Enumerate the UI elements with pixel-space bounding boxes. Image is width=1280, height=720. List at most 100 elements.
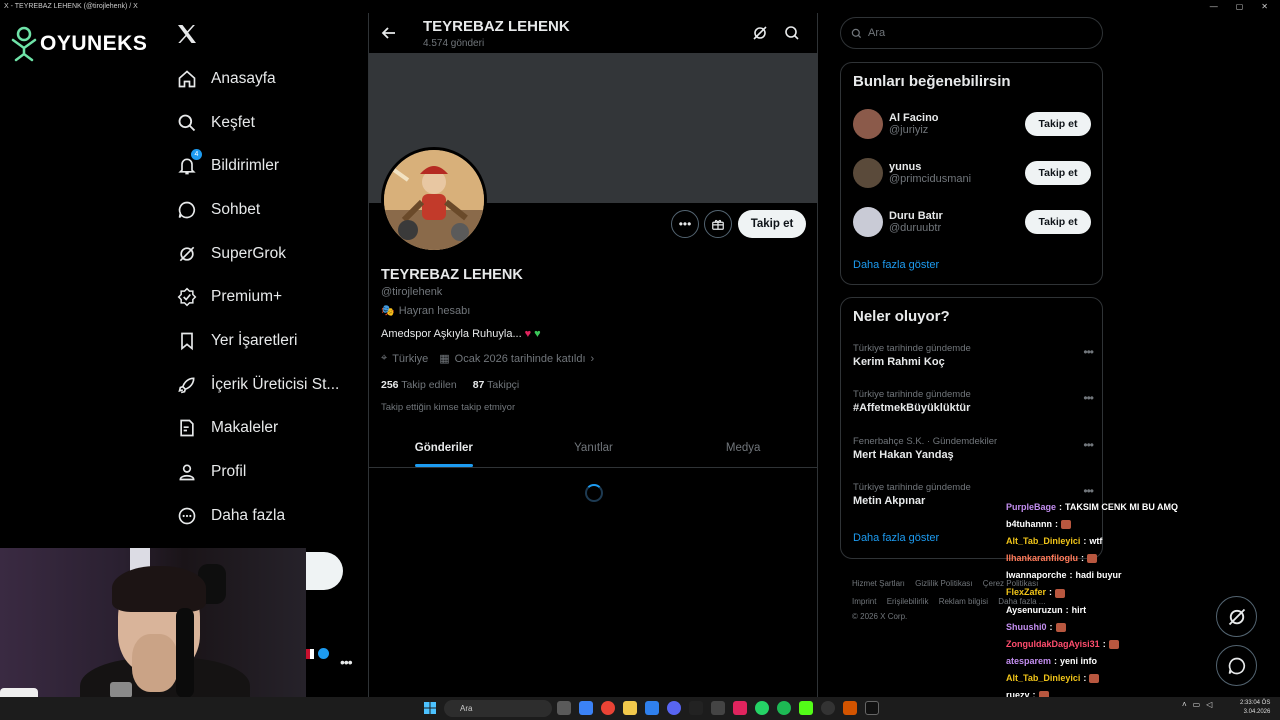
- follow-button[interactable]: Takip et: [738, 210, 806, 238]
- more-options-button[interactable]: •••: [671, 210, 699, 238]
- app-icon[interactable]: [733, 701, 747, 715]
- sidebar-item-more[interactable]: Daha fazla: [170, 494, 360, 538]
- chat-separator: :: [1102, 638, 1106, 649]
- chat-username: Ilhankaranfiloglu: [1006, 553, 1079, 564]
- trend-context: Türkiye tarihinde gündemde: [853, 389, 971, 400]
- sidebar-item-chat[interactable]: Sohbet: [170, 188, 360, 232]
- network-icon[interactable]: ▭: [1193, 700, 1201, 709]
- trend-topic: Mert Hakan Yandaş: [853, 449, 954, 461]
- chevron-up-icon[interactable]: ˄: [1182, 700, 1187, 709]
- taskbar-clock[interactable]: 2:33:04 ÖS 3.04.2026: [1240, 699, 1270, 717]
- app-icon[interactable]: [689, 701, 703, 715]
- bell-icon: 4: [176, 149, 202, 177]
- sidebar-item-home[interactable]: Anasayfa: [170, 57, 360, 101]
- trend-item[interactable]: Fenerbahçe S.K. · Gündemdekiler Mert Hak…: [853, 436, 1094, 461]
- grok-icon[interactable]: [752, 25, 768, 41]
- tab-media[interactable]: Medya: [668, 428, 818, 467]
- suggested-user-name: yunus: [889, 161, 922, 173]
- x-app-icon[interactable]: [865, 701, 879, 715]
- kick-icon[interactable]: [799, 701, 813, 715]
- more-dots-icon[interactable]: •••: [1083, 345, 1094, 359]
- sidebar-item-supergrok[interactable]: SuperGrok: [170, 232, 360, 276]
- app-icon[interactable]: [843, 701, 857, 715]
- suggested-user[interactable]: Duru Batır @duruubtr Takip et: [853, 204, 1091, 240]
- post-button[interactable]: [300, 552, 343, 590]
- account-switcher-badges[interactable]: [306, 648, 329, 659]
- grok-floating-button[interactable]: [1216, 596, 1257, 637]
- chat-text: TAKSIM CENK MI BU AMQ: [1065, 502, 1179, 512]
- tab-replies[interactable]: Yanıtlar: [519, 428, 669, 467]
- avatar: [853, 158, 883, 188]
- sidebar-item-bookmarks[interactable]: Yer İşaretleri: [170, 319, 360, 363]
- more-dots-icon[interactable]: •••: [1083, 484, 1094, 498]
- spotify-icon[interactable]: [777, 701, 791, 715]
- app-icon[interactable]: [711, 701, 725, 715]
- footer-link[interactable]: Imprint: [852, 597, 876, 606]
- trend-item[interactable]: Türkiye tarihinde gündemde Kerim Rahmi K…: [853, 343, 1094, 368]
- search-input[interactable]: Ara: [840, 17, 1103, 49]
- mask-icon: 🎭: [381, 305, 395, 317]
- sidebar-item-explore[interactable]: Keşfet: [170, 101, 360, 145]
- obs-icon[interactable]: [821, 701, 835, 715]
- profile-column: TEYREBAZ LEHENK 4.574 gönderi ••• Takip …: [368, 13, 818, 697]
- messages-floating-button[interactable]: [1216, 645, 1257, 686]
- gift-icon: [712, 219, 724, 230]
- more-dots-icon[interactable]: •••: [1083, 438, 1094, 452]
- volume-icon[interactable]: ◁: [1206, 700, 1212, 709]
- back-arrow-icon[interactable]: [381, 25, 397, 41]
- windows-start-icon[interactable]: [424, 702, 436, 714]
- search-icon[interactable]: [784, 25, 800, 41]
- footer-link[interactable]: Gizlilik Politikası: [915, 579, 972, 588]
- follow-button[interactable]: Takip et: [1025, 210, 1091, 234]
- chat-message: Alt_Tab_Dinleyici: wtf: [1006, 533, 1206, 550]
- profile-header-bar: TEYREBAZ LEHENK 4.574 gönderi: [369, 13, 819, 53]
- file-explorer-icon[interactable]: [623, 701, 637, 715]
- account-more-icon[interactable]: •••: [340, 654, 353, 670]
- suggested-user[interactable]: yunus @primcidusmani Takip et: [853, 155, 1091, 191]
- more-dots-icon[interactable]: •••: [1083, 391, 1094, 405]
- suggested-user[interactable]: Al Facino @juriyiz Takip et: [853, 106, 1091, 142]
- show-more-link[interactable]: Daha fazla göster: [853, 532, 939, 544]
- edge-icon[interactable]: [645, 701, 659, 715]
- footer-link[interactable]: Hizmet Şartları: [852, 579, 905, 588]
- followers-count: 87: [472, 379, 485, 391]
- minimize-icon[interactable]: —: [1210, 2, 1218, 11]
- subscribe-gift-button[interactable]: [704, 210, 732, 238]
- follow-button[interactable]: Takip et: [1025, 161, 1091, 185]
- trends-title: Neler oluyor?: [853, 308, 950, 325]
- copilot-icon[interactable]: [579, 701, 593, 715]
- sidebar-item-profile[interactable]: Profil: [170, 450, 360, 494]
- show-more-link[interactable]: Daha fazla göster: [853, 259, 939, 271]
- chrome-icon[interactable]: [601, 701, 615, 715]
- emote-icon: [1061, 520, 1071, 530]
- window-title: X - TEYREBAZ LEHENK (@tirojlehenk) / X: [4, 3, 138, 10]
- taskbar-search[interactable]: Ara: [444, 700, 552, 717]
- sidebar-item-articles[interactable]: Makaleler: [170, 407, 360, 451]
- trend-item[interactable]: Türkiye tarihinde gündemde #AffetmekBüyü…: [853, 389, 1094, 414]
- windows-taskbar: Ara ˄ ▭ ◁ 2:33:04 ÖS 3.04.2026: [0, 697, 1280, 720]
- task-view-icon[interactable]: [557, 701, 571, 715]
- discord-icon[interactable]: [667, 701, 681, 715]
- chat-message: Ilhankaranfiloglu:: [1006, 550, 1206, 567]
- calendar-icon: ▦: [439, 353, 450, 365]
- follow-button[interactable]: Takip et: [1025, 112, 1091, 136]
- profile-bio: Amedspor Aşkıyla Ruhuyla... ♥ ♥: [381, 328, 541, 340]
- whatsapp-icon[interactable]: [755, 701, 769, 715]
- sidebar-item-premium[interactable]: Premium+: [170, 275, 360, 319]
- followers-link[interactable]: 87 Takipçi: [473, 379, 520, 391]
- x-logo-icon[interactable]: [175, 22, 199, 46]
- chat-username: ZonguldakDagAyisi31: [1006, 638, 1100, 649]
- close-icon[interactable]: ✕: [1261, 2, 1268, 11]
- chat-message: PurpleBage: TAKSIM CENK MI BU AMQ: [1006, 499, 1206, 516]
- joined-text[interactable]: Ocak 2026 tarihinde katıldı: [455, 353, 586, 365]
- maximize-icon[interactable]: ▢: [1236, 2, 1244, 11]
- footer-link[interactable]: Reklam bilgisi: [939, 597, 988, 606]
- sidebar-item-notifications[interactable]: 4 Bildirimler: [170, 144, 360, 188]
- profile-avatar[interactable]: [381, 147, 487, 253]
- chat-username: Alt_Tab_Dinleyici: [1006, 536, 1081, 547]
- tab-posts[interactable]: Gönderiler: [369, 428, 519, 467]
- sidebar-item-creator-studio[interactable]: İçerik Üreticisi St...: [170, 363, 360, 407]
- sidebar-item-label: Daha fazla: [211, 506, 286, 524]
- footer-link[interactable]: Erişilebilirlik: [887, 597, 929, 606]
- following-link[interactable]: 256 Takip edilen: [381, 379, 457, 391]
